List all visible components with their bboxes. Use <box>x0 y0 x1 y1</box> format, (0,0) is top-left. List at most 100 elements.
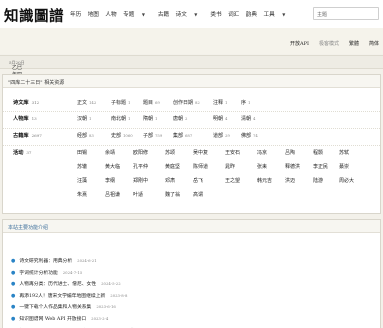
resource-link[interactable]: 陈师道 <box>193 163 208 170</box>
sub-toolbar-links: 开放API 极客模式 繁體 简体 <box>280 40 379 47</box>
resource-link[interactable]: 隋朝 1 <box>143 115 157 122</box>
row-divider <box>3 111 380 112</box>
resource-row-label[interactable]: 古籍库 2697 <box>13 132 42 139</box>
traditional-link[interactable]: 繁體 <box>349 40 359 47</box>
resource-link-count: 4 <box>253 116 256 121</box>
intro-list-item[interactable]: ● 一键下载个人作品集和人物关系集 2023-6-16 <box>11 303 116 310</box>
resource-link[interactable]: 程颢 <box>313 149 323 156</box>
resource-link[interactable]: 邓肃 <box>165 177 175 184</box>
resource-link[interactable]: 南北朝 1 <box>111 115 130 122</box>
resource-link[interactable]: 吴中复 <box>193 149 208 156</box>
resource-row-count: 37 <box>26 150 32 155</box>
resource-link[interactable]: 苏颂 <box>165 149 175 156</box>
nav-item-vocabulary[interactable]: 词汇 <box>228 10 239 18</box>
resource-link[interactable]: 苏辙 <box>77 163 87 170</box>
chevron-down-icon: ▼ <box>194 12 198 17</box>
resource-link[interactable]: 孔平仲 <box>133 163 148 170</box>
resource-link[interactable]: 魏了翁 <box>165 191 180 198</box>
resource-link[interactable]: 道部 29 <box>213 132 230 139</box>
intro-item-date: 2023-6-16 <box>96 304 116 310</box>
resource-row-label[interactable]: 人物库 13 <box>13 115 37 122</box>
nav-item-people[interactable]: 人物 <box>105 10 116 18</box>
intro-list-item[interactable]: ● 诗文研究利器：用典分析 2024-6-21 <box>11 257 97 264</box>
resource-link[interactable]: 子标题 1 <box>111 99 130 106</box>
resource-link[interactable]: 清朝 4 <box>241 115 255 122</box>
simplified-link[interactable]: 简体 <box>369 40 379 47</box>
geek-mode-link[interactable]: 极客模式 <box>319 40 339 47</box>
resource-link[interactable]: 冯京 <box>257 149 267 156</box>
nav-item-rhyme[interactable]: 韵典 <box>246 10 257 18</box>
resource-link-count: 1 <box>128 116 131 121</box>
resource-link[interactable]: 田锡 <box>77 149 87 156</box>
resource-link[interactable]: 周必大 <box>339 177 354 184</box>
intro-item-title: 一键下载个人作品集和人物关系集 <box>19 305 92 311</box>
nav-item-poetry[interactable]: 诗文 ▼ <box>176 10 204 18</box>
resource-link[interactable]: 黄庭坚 <box>165 163 180 170</box>
intro-item-title: 人物再分类：历代进士、僧尼、女性 <box>19 282 97 288</box>
resource-link[interactable]: 注释 1 <box>213 99 227 106</box>
resource-link-count: 759 <box>155 133 163 138</box>
open-api-link[interactable]: 开放API <box>290 40 309 47</box>
resource-link[interactable]: 陆游 <box>313 177 323 184</box>
resource-link[interactable]: 经部 83 <box>77 132 94 139</box>
resource-link[interactable]: 王安石 <box>225 149 240 156</box>
resource-link[interactable]: 创作日期 82 <box>173 99 200 106</box>
nav-item-poetry-label: 诗文 <box>175 12 187 18</box>
row-divider <box>3 145 380 146</box>
resource-link[interactable]: 苏轼 <box>339 149 349 156</box>
resource-row-label[interactable]: 活动 37 <box>13 149 31 156</box>
resource-link[interactable]: 吕祖谦 <box>105 191 120 198</box>
resource-link[interactable]: 张耒 <box>257 163 267 170</box>
resource-link-count: 1 <box>155 116 158 121</box>
resource-link-count: 69 <box>155 100 160 105</box>
resource-link[interactable]: 唐朝 2 <box>173 115 187 122</box>
nav-item-classics[interactable]: 古籍 <box>158 10 169 18</box>
resource-link[interactable]: 佛部 74 <box>241 132 258 139</box>
lunar-date: 乙巳年四月廿三5月20日 <box>6 60 25 92</box>
resource-link[interactable]: 欧阳修 <box>133 149 148 156</box>
intro-list-item[interactable]: ● 字词统计分析功能 2024-7-15 <box>11 269 82 276</box>
bullet-icon: ● <box>11 269 16 276</box>
intro-list-item[interactable]: ● 人物再分类：历代进士、僧尼、女性 2024-5-22 <box>11 280 121 287</box>
resource-link[interactable]: 晁昨 <box>225 163 235 170</box>
resource-link[interactable]: 李纲 <box>105 177 115 184</box>
resource-link[interactable]: 黄大临 <box>105 163 120 170</box>
intro-item-title: 知识图谱网 Web API 开放接口 <box>19 317 87 322</box>
resource-link[interactable]: 李正民 <box>313 163 328 170</box>
search-input[interactable]: 主题 <box>313 7 379 20</box>
nav-item-topics[interactable]: 专题 ▼ <box>123 10 151 18</box>
resource-row-count: 13 <box>31 116 37 121</box>
resource-link[interactable]: 汉朝 1 <box>77 115 91 122</box>
resource-link[interactable]: 史部 1060 <box>111 132 133 139</box>
resource-link[interactable]: 王之望 <box>225 177 240 184</box>
resource-link[interactable]: 正文 142 <box>77 99 96 106</box>
resource-link[interactable]: 叶适 <box>133 191 143 198</box>
resource-link[interactable]: 岳飞 <box>193 177 203 184</box>
site-logo[interactable]: 知識圖譜 <box>4 5 64 26</box>
resource-link[interactable]: 高谓 <box>193 191 203 198</box>
nav-item-tools[interactable]: 工具 ▼ <box>263 10 291 18</box>
resource-link[interactable]: 子部 759 <box>143 132 162 139</box>
resource-link[interactable]: 题目 69 <box>143 99 160 106</box>
resource-link-count: 4 <box>225 116 228 121</box>
nav-item-calendar[interactable]: 年历 <box>70 10 81 18</box>
resource-link[interactable]: 明朝 4 <box>213 115 227 122</box>
intro-item-title: 诗文研究利器：用典分析 <box>19 259 73 264</box>
resource-link[interactable]: 汪藻 <box>77 177 87 184</box>
resource-link[interactable]: 洪迈 <box>285 177 295 184</box>
resource-row-label[interactable]: 诗文库 312 <box>13 99 39 106</box>
intro-list-item[interactable]: ● 知识图谱网 Web API 开放接口 2023-2-4 <box>11 315 108 322</box>
nav-item-encyclopedia[interactable]: 类书 <box>210 10 221 18</box>
intro-list-item[interactable]: ● 再添192人！唐宋文学编年地图继续上新 2023-8-8 <box>11 292 127 299</box>
resource-link[interactable]: 集部 687 <box>173 132 192 139</box>
resource-link[interactable]: 序1 <box>241 99 250 106</box>
resource-link[interactable]: 韩元吉 <box>257 177 272 184</box>
nav-item-map[interactable]: 地图 <box>88 10 99 18</box>
resource-link[interactable]: 郑刚中 <box>133 177 148 184</box>
resource-link[interactable]: 吕陶 <box>285 149 295 156</box>
intro-item-date: 2024-5-22 <box>101 281 121 287</box>
resource-link[interactable]: 朱熹 <box>77 191 87 198</box>
resource-link[interactable]: 綦崇 <box>339 163 349 170</box>
resource-link[interactable]: 释德洪 <box>285 163 300 170</box>
resource-link[interactable]: 余靖 <box>105 149 115 156</box>
